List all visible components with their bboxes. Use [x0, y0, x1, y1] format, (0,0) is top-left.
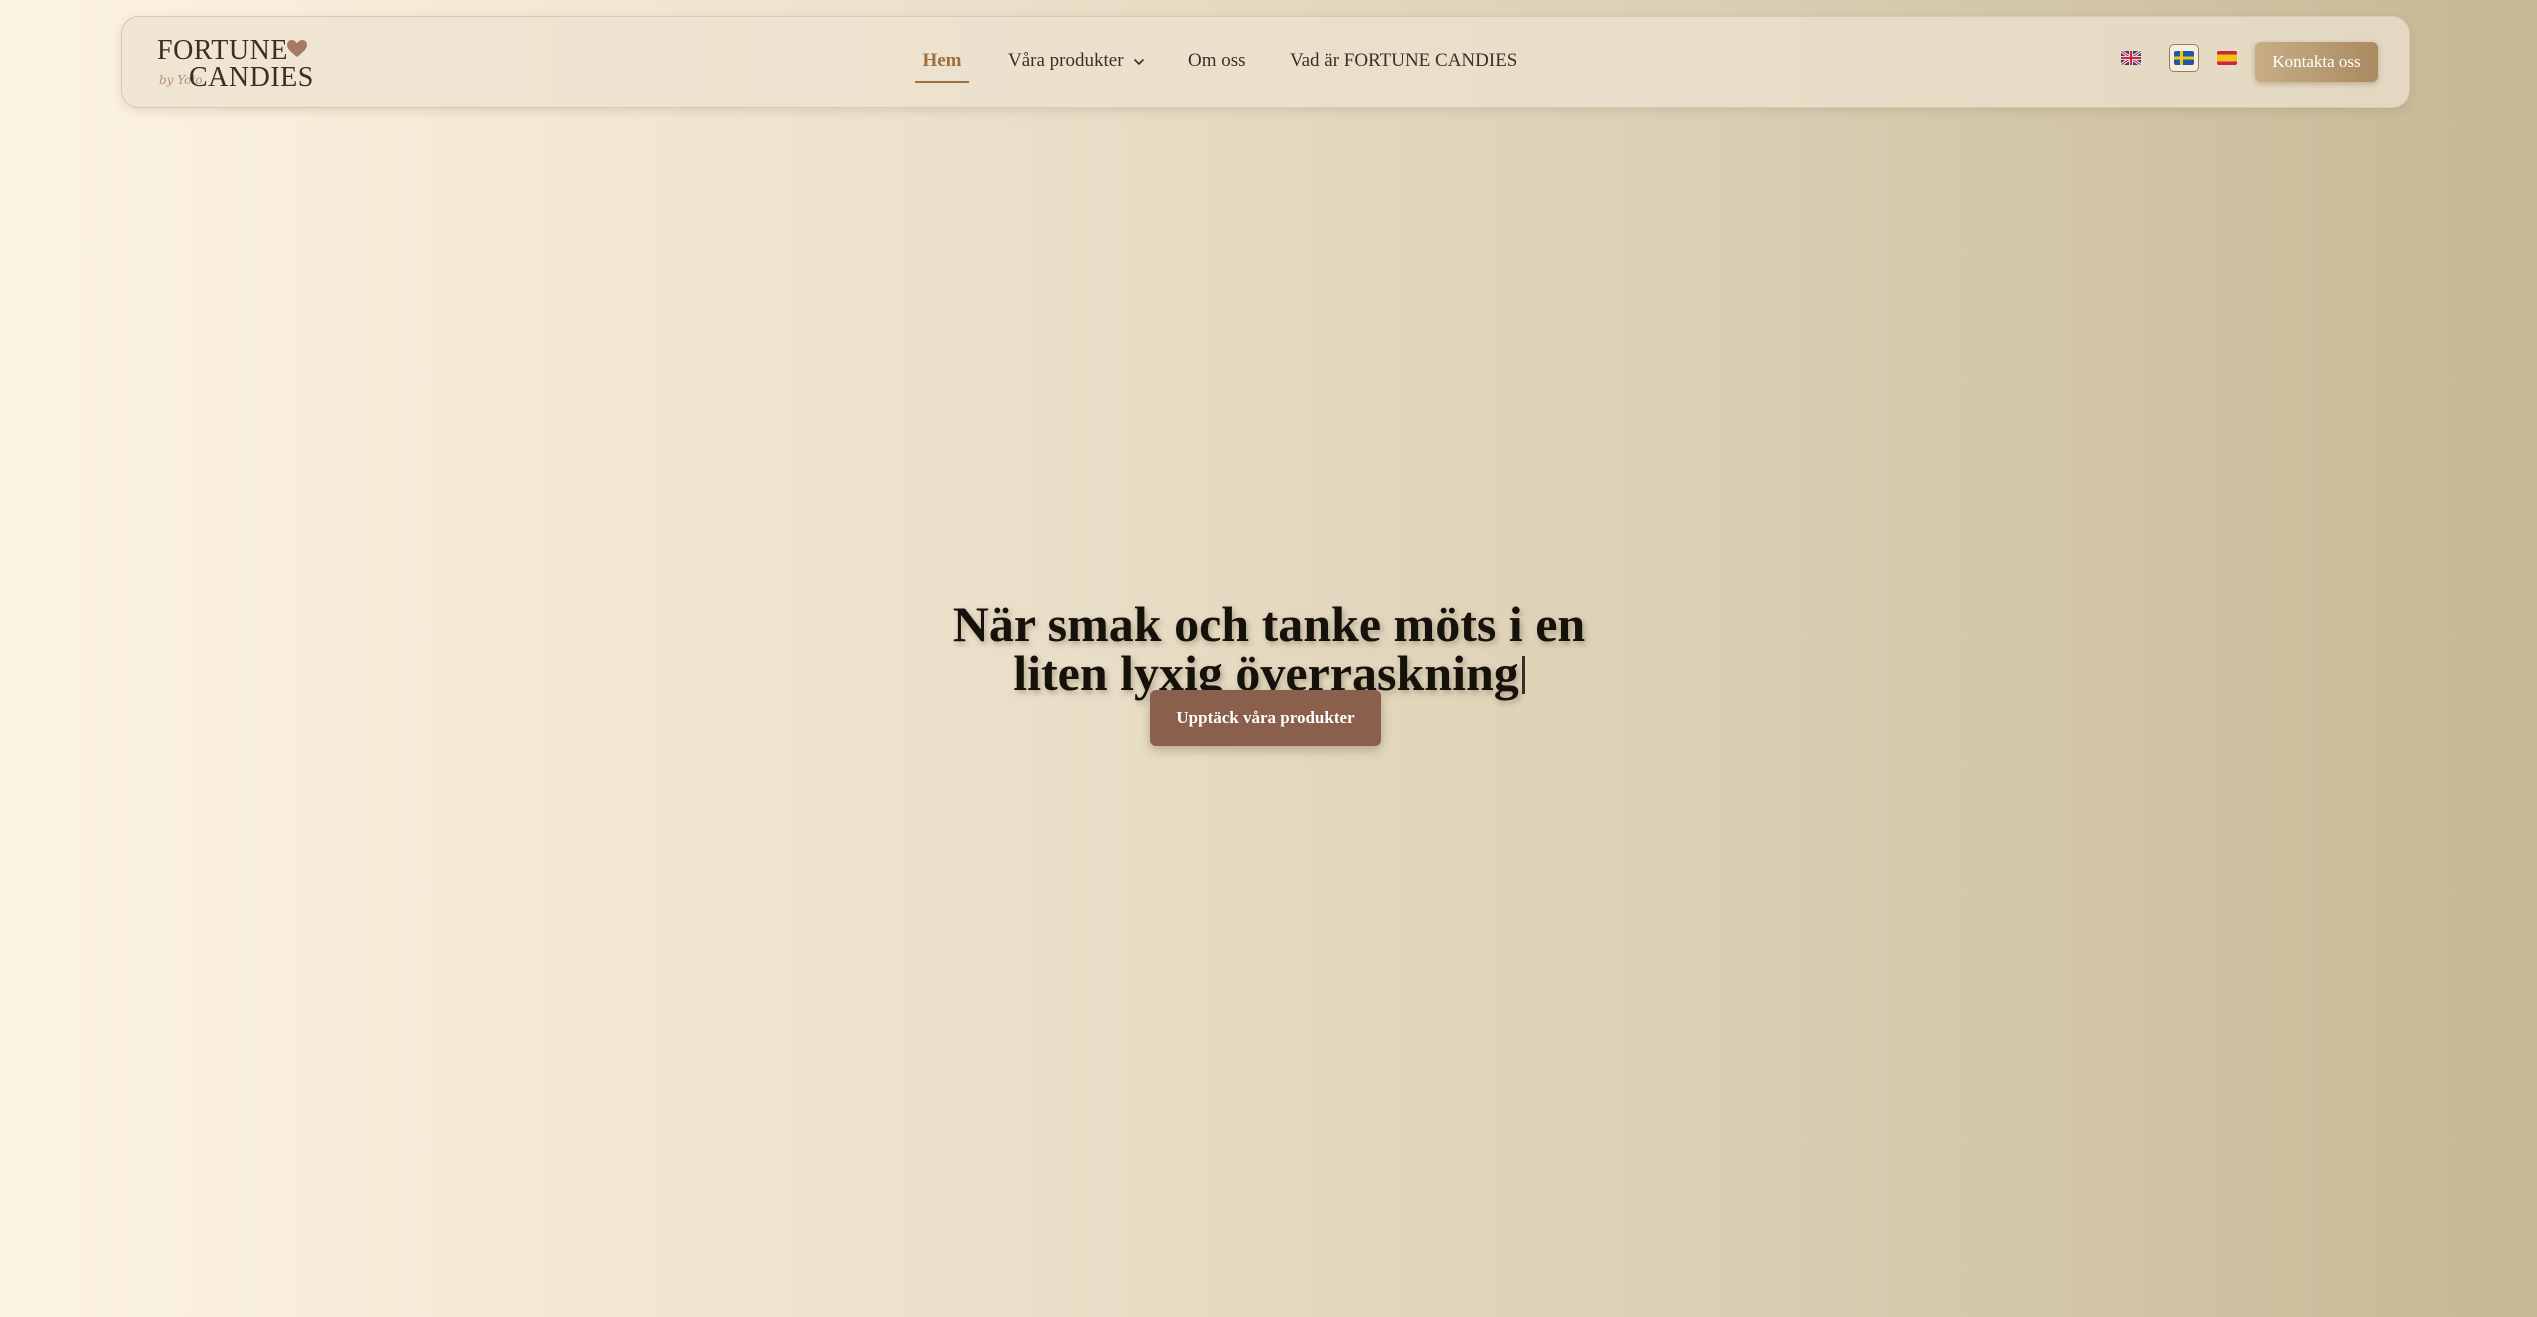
nav-item-hem[interactable]: Hem	[915, 49, 969, 73]
discover-products-button[interactable]: Upptäck våra produkter	[1150, 690, 1381, 746]
nav-item-om-oss[interactable]: Om oss	[1188, 49, 1246, 73]
logo-text-candies: CANDIES	[189, 62, 314, 93]
nav-item-vad-ar-fortune-candies[interactable]: Vad är FORTUNE CANDIES	[1290, 49, 1517, 73]
hero-title: När smak och tanke möts i en liten lyxig…	[769, 595, 1769, 698]
chevron-down-icon	[1134, 58, 1145, 65]
heart-icon	[287, 40, 307, 57]
uk-flag-icon[interactable]	[2121, 51, 2141, 65]
contact-button[interactable]: Kontakta oss	[2255, 42, 2378, 82]
sweden-flag-button[interactable]	[2169, 44, 2199, 72]
hero-title-line-1: När smak och tanke möts i en	[952, 595, 1586, 652]
fortune-candies-logo[interactable]: FORTUNE by Yolo CANDIES	[157, 37, 317, 93]
nav-item-vara-produkter-label: Våra produkter	[1008, 50, 1124, 71]
main-navbar: FORTUNE by Yolo CANDIES Hem Våra produkt…	[121, 16, 2410, 108]
typing-cursor	[1521, 655, 1525, 694]
logo-text-fortune: FORTUNE	[157, 35, 288, 66]
nav-item-vara-produkter[interactable]: Våra produkter	[1008, 49, 1146, 73]
sweden-flag-icon	[2174, 51, 2194, 65]
spain-flag-icon[interactable]	[2217, 51, 2237, 65]
active-nav-underline	[915, 81, 969, 83]
